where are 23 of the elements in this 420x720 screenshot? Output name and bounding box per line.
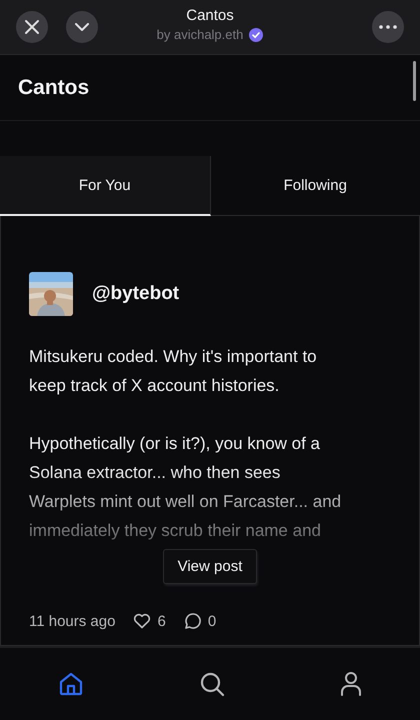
post-paragraph: Hypothetically (or is it?), you know of a Solana extractor... who then sees Warplets mint out well on Farcaster... and immediately they scrub their name and (29, 433, 342, 542)
post-paragraph: Mitsukeru coded. Why it's important to keep track of X account histories. (29, 346, 318, 397)
close-icon (24, 19, 40, 35)
scrollbar (413, 61, 416, 101)
collapse-button[interactable] (66, 11, 98, 43)
more-button[interactable] (372, 11, 404, 43)
feed-tab[interactable]: For You (0, 156, 210, 216)
more-icon (379, 25, 397, 29)
person-icon (340, 671, 362, 697)
page-title: Cantos (18, 76, 90, 100)
app-title: Cantos (186, 7, 234, 24)
like-count: 6 (157, 612, 166, 630)
post-time: 11 hours ago (29, 612, 116, 630)
author-handle[interactable]: @bytebot (92, 283, 180, 305)
reply-count: 0 (208, 612, 216, 630)
close-button[interactable] (16, 11, 48, 43)
heart-icon[interactable] (133, 613, 152, 629)
chevron-down-icon (75, 23, 89, 31)
home-icon (58, 671, 84, 697)
author-label: by avichalp.eth (156, 27, 244, 42)
comment-icon[interactable] (184, 612, 202, 630)
search-icon (198, 671, 225, 697)
view-post-button[interactable]: View post (162, 549, 258, 584)
